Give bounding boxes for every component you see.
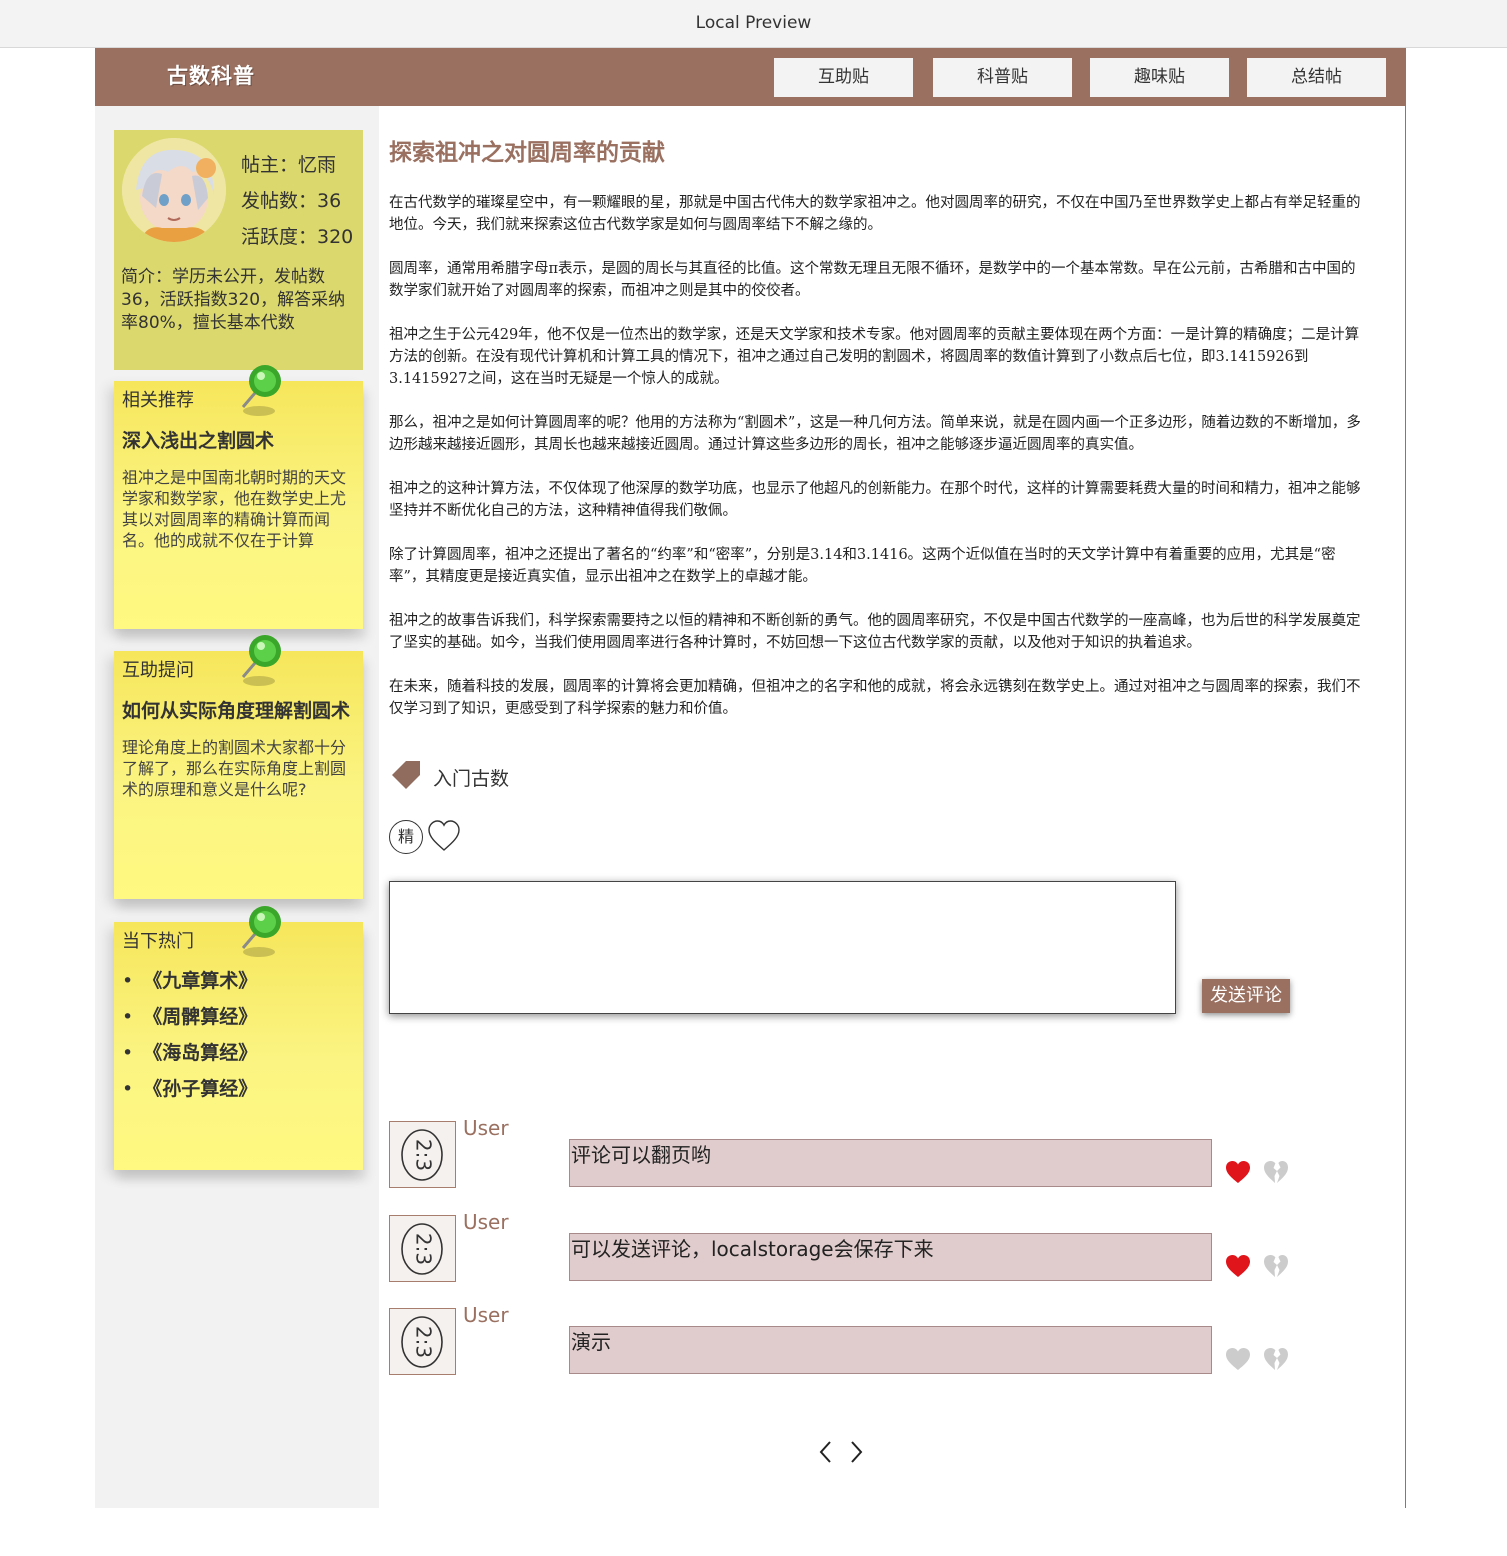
comment-item: 2:3 User 可以发送评论，localstorage会保存下来: [389, 1210, 1309, 1283]
hot-list-item[interactable]: • 《海岛算经》: [122, 1038, 257, 1074]
heart-icon[interactable]: [1224, 1252, 1252, 1280]
site-logo[interactable]: 古数科普: [167, 60, 255, 90]
hot-note: 当下热门 • 《九章算术》 • 《周髀算经》 • 《海岛算经》 • 《孙子算经》: [114, 906, 363, 1170]
comment-text: 可以发送评论，localstorage会保存下来: [569, 1233, 1212, 1281]
help-note: 互助提问 如何从实际角度理解割圆术 理论角度上的割圆术大家都十分了解了，那么在实…: [114, 635, 363, 899]
comment-item: 2:3 User 评论可以翻页哟: [389, 1116, 1309, 1189]
comment-user[interactable]: User: [463, 1303, 509, 1327]
broken-heart-icon[interactable]: [1262, 1345, 1290, 1373]
preview-title-bar: Local Preview: [0, 0, 1507, 48]
profile-activity: 活跃度：320: [241, 226, 354, 248]
article-paragraph: 祖冲之生于公元429年，他不仅是一位杰出的数学家，还是天文学家和技术专家。他对圆…: [389, 327, 1360, 387]
comment-user[interactable]: User: [463, 1210, 509, 1234]
tag-icon: [392, 761, 420, 789]
related-text: 祖冲之是中国南北朝时期的天文学家和数学家，他在数学史上尤其以对圆周率的精确计算而…: [122, 468, 347, 550]
green-pushpin-icon: [241, 906, 281, 957]
article-paragraph: 祖冲之的故事告诉我们，科学探索需要持之以恒的精神和不断创新的勇气。他的圆周率研究…: [389, 613, 1361, 651]
comment-item: 2:3 User 演示: [389, 1303, 1309, 1376]
article-paragraph: 在未来，随着科技的发展，圆周率的计算将会更加精确，但祖冲之的名字和他的成就，将会…: [389, 679, 1361, 717]
broken-heart-icon[interactable]: [1262, 1252, 1290, 1280]
related-heading: 相关推荐: [122, 390, 194, 411]
essence-badge[interactable]: 精: [389, 820, 423, 854]
broken-heart-icon[interactable]: [1262, 1158, 1290, 1186]
article-paragraph: 圆周率，通常用希腊字母π表示，是圆的周长与其直径的比值。这个常数无理且无限不循环…: [389, 261, 1356, 299]
hot-list-item[interactable]: • 《周髀算经》: [122, 1002, 257, 1038]
nav-button-science[interactable]: 科普贴: [933, 58, 1072, 97]
green-pushpin-icon: [241, 635, 281, 686]
heart-icon[interactable]: [426, 818, 462, 854]
avatar[interactable]: 2:3: [389, 1308, 456, 1375]
avatar[interactable]: 2:3: [389, 1121, 456, 1188]
green-pushpin-icon: [241, 365, 281, 416]
article-title: 探索祖冲之对圆周率的贡献: [389, 139, 665, 166]
profile-posts: 发帖数：36: [241, 190, 342, 212]
avatar[interactable]: [122, 138, 226, 242]
sidebar: 帖主：忆雨 发帖数：36 活跃度：320 简介：学历未公开，发帖数36，活跃指数…: [95, 106, 379, 1508]
help-text: 理论角度上的割圆术大家都十分了解了，那么在实际角度上割圆术的原理和意义是什么呢?: [122, 738, 347, 799]
chevron-right-icon[interactable]: [844, 1436, 868, 1468]
heart-icon[interactable]: [1224, 1345, 1252, 1373]
top-nav: 古数科普 互助贴 科普贴 趣味贴 总结帖: [95, 48, 1406, 106]
hot-list-item[interactable]: • 《九章算术》: [122, 966, 257, 1002]
help-heading: 互助提问: [122, 660, 194, 681]
svg-text:2:3: 2:3: [412, 1139, 436, 1171]
profile-intro: 简介：学历未公开，发帖数36，活跃指数320，解答采纳率80%，擅长基本代数: [121, 267, 346, 333]
svg-text:2:3: 2:3: [412, 1233, 436, 1265]
profile-card: 帖主：忆雨 发帖数：36 活跃度：320 简介：学历未公开，发帖数36，活跃指数…: [114, 130, 363, 370]
related-title[interactable]: 深入浅出之割圆术: [122, 426, 274, 453]
send-comment-button[interactable]: 发送评论: [1202, 979, 1290, 1013]
avatar[interactable]: 2:3: [389, 1215, 456, 1282]
svg-text:2:3: 2:3: [412, 1326, 436, 1358]
hot-heading: 当下热门: [122, 931, 194, 952]
profile-owner: 帖主：忆雨: [241, 154, 337, 176]
article-paragraph: 那么，祖冲之是如何计算圆周率的呢？他用的方法称为“割圆术”，这是一种几何方法。简…: [389, 415, 1361, 453]
comment-text: 演示: [569, 1326, 1212, 1374]
related-note: 相关推荐 深入浅出之割圆术 祖冲之是中国南北朝时期的天文学家和数学家，他在数学史…: [114, 365, 363, 629]
main-content: 探索祖冲之对圆周率的贡献 在古代数学的璀璨星空中，有一颗耀眼的星，那就是中国古代…: [379, 106, 1406, 1508]
heart-icon[interactable]: [1224, 1158, 1252, 1186]
chevron-left-icon[interactable]: [814, 1436, 838, 1468]
hot-list-item[interactable]: • 《孙子算经》: [122, 1074, 257, 1110]
page: 古数科普 互助贴 科普贴 趣味贴 总结帖 帖主：忆雨 发帖数：36 活跃度：32…: [95, 48, 1406, 1508]
nav-button-summary[interactable]: 总结帖: [1247, 58, 1386, 97]
article-paragraph: 祖冲之的这种计算方法，不仅体现了他深厚的数学功底，也显示了他超凡的创新能力。在那…: [389, 481, 1361, 519]
tag-label: 入门古数: [433, 768, 510, 790]
comment-text: 评论可以翻页哟: [569, 1139, 1212, 1187]
preview-title: Local Preview: [695, 13, 812, 33]
article-paragraph: 除了计算圆周率，祖冲之还提出了著名的“约率”和“密率”，分别是3.14和3.14…: [389, 547, 1336, 585]
nav-button-help[interactable]: 互助贴: [774, 58, 913, 97]
comment-input[interactable]: [389, 881, 1176, 1014]
article-paragraph: 在古代数学的璀璨星空中，有一颗耀眼的星，那就是中国古代伟大的数学家祖冲之。他对圆…: [389, 195, 1361, 233]
help-title[interactable]: 如何从实际角度理解割圆术: [122, 696, 350, 723]
hot-list: • 《九章算术》 • 《周髀算经》 • 《海岛算经》 • 《孙子算经》: [122, 966, 257, 1110]
nav-button-fun[interactable]: 趣味贴: [1090, 58, 1229, 97]
article-body: 在古代数学的璀璨星空中，有一颗耀眼的星，那就是中国古代伟大的数学家祖冲之。他对圆…: [389, 192, 1367, 742]
comment-user[interactable]: User: [463, 1116, 509, 1140]
